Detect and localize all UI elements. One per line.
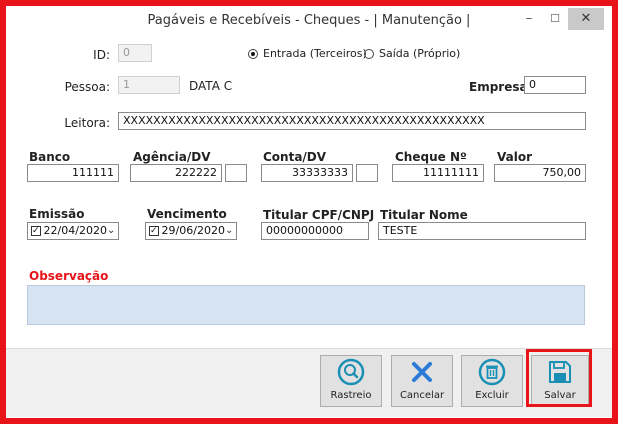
vencimento-date-picker[interactable]: ✓ 29/06/2020 ⌄ <box>145 222 237 240</box>
toolbar: Rastreio Cancelar Excluir Salvar <box>6 348 612 417</box>
radio-entrada-indicator[interactable] <box>248 48 258 59</box>
pessoa-label: Pessoa: <box>64 80 110 94</box>
emissao-value: 22/04/2020 <box>43 224 107 237</box>
vencimento-value: 29/06/2020 <box>161 224 225 237</box>
search-track-icon <box>336 358 366 386</box>
leitora-label: Leitora: <box>64 116 110 130</box>
trash-icon <box>477 358 507 386</box>
radio-entrada-label: Entrada (Terceiros) <box>263 47 367 60</box>
maximize-button[interactable]: ☐ <box>542 8 568 30</box>
banco-label: Banco <box>29 150 71 164</box>
excluir-button[interactable]: Excluir <box>461 355 523 407</box>
agencia-field[interactable]: 222222 <box>130 164 222 182</box>
cheque-label: Cheque Nº <box>395 150 467 164</box>
dialog-window: Pagáveis e Recebíveis - Cheques - | Manu… <box>6 6 612 417</box>
vencimento-label: Vencimento <box>147 207 227 221</box>
conta-field[interactable]: 33333333 <box>261 164 353 182</box>
conta-dv-field[interactable] <box>356 164 378 182</box>
cancelar-label: Cancelar <box>399 390 445 401</box>
cancel-x-icon <box>407 358 437 386</box>
observacao-label: Observação <box>29 269 109 283</box>
agencia-label: Agência/DV <box>133 150 211 164</box>
rastreio-label: Rastreio <box>330 390 372 401</box>
id-field[interactable]: 0 <box>118 44 152 62</box>
conta-label: Conta/DV <box>263 150 327 164</box>
emissao-label: Emissão <box>29 207 85 221</box>
nome-label: Titular Nome <box>380 208 468 222</box>
radio-saida-indicator[interactable] <box>364 48 374 59</box>
cpf-label: Titular CPF/CNPJ <box>263 208 375 222</box>
vencimento-checkbox[interactable]: ✓ <box>149 226 159 236</box>
salvar-highlight <box>526 349 592 407</box>
emissao-date-picker[interactable]: ✓ 22/04/2020 ⌄ <box>27 222 119 240</box>
close-button[interactable]: ✕ <box>568 8 604 30</box>
valor-field[interactable]: 750,00 <box>494 164 586 182</box>
title-bar: Pagáveis e Recebíveis - Cheques - | Manu… <box>6 6 612 36</box>
emissao-checkbox[interactable]: ✓ <box>31 226 41 236</box>
chevron-down-icon[interactable]: ⌄ <box>107 223 115 239</box>
empresa-label: Empresa: <box>469 80 533 94</box>
agencia-dv-field[interactable] <box>225 164 247 182</box>
chevron-down-icon[interactable]: ⌄ <box>225 223 233 239</box>
excluir-label: Excluir <box>475 390 509 401</box>
radio-entrada[interactable]: Entrada (Terceiros) <box>248 47 367 60</box>
radio-saida-label: Saída (Próprio) <box>379 47 461 60</box>
rastreio-button[interactable]: Rastreio <box>320 355 382 407</box>
id-label: ID: <box>93 48 110 62</box>
radio-saida[interactable]: Saída (Próprio) <box>364 47 460 60</box>
observacao-textarea[interactable] <box>27 285 585 325</box>
cheque-field[interactable]: 11111111 <box>392 164 484 182</box>
empresa-field[interactable]: 0 <box>524 76 586 94</box>
pessoa-name: DATA C <box>189 79 233 93</box>
valor-label: Valor <box>497 150 533 164</box>
leitora-field[interactable]: XXXXXXXXXXXXXXXXXXXXXXXXXXXXXXXXXXXXXXXX… <box>118 112 586 130</box>
cpf-field[interactable]: 00000000000 <box>261 222 369 240</box>
cancelar-button[interactable]: Cancelar <box>391 355 453 407</box>
banco-field[interactable]: 111111 <box>27 164 119 182</box>
minimize-button[interactable]: – <box>516 8 542 30</box>
nome-field[interactable]: TESTE <box>378 222 586 240</box>
pessoa-field[interactable]: 1 <box>118 76 180 94</box>
